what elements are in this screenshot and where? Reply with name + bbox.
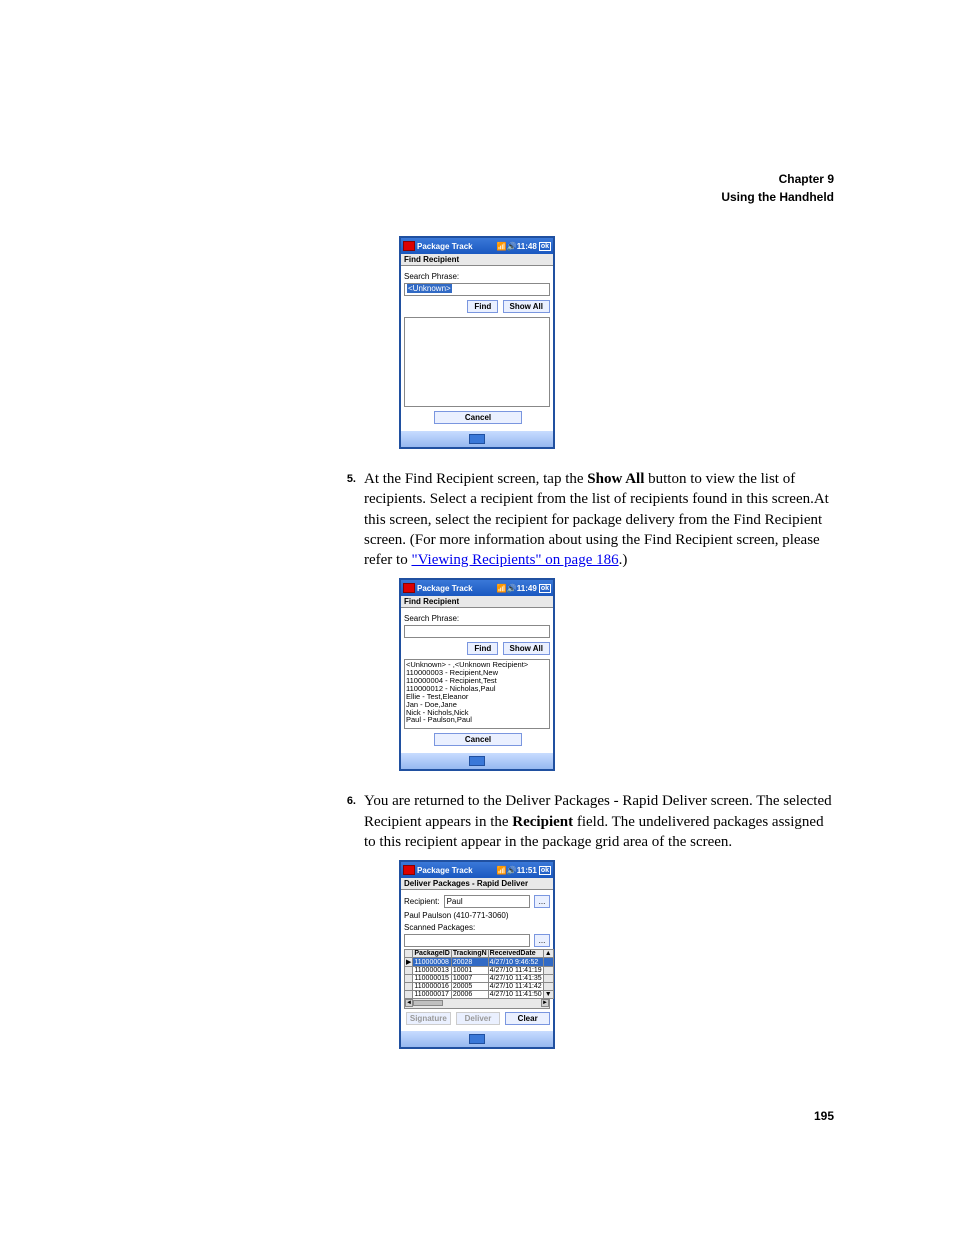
step-5: 5. At the Find Recipient screen, tap the… bbox=[340, 469, 834, 570]
scan-lookup-button[interactable]: ... bbox=[534, 934, 550, 947]
table-row[interactable]: 110000017200064/27/10 11:41:50▼ bbox=[405, 991, 554, 999]
search-input[interactable]: <Unknown> bbox=[404, 283, 550, 296]
scroll-left-icon[interactable]: ◄ bbox=[405, 999, 413, 1007]
titlebar: Package Track 📶 🔊 11:49 ok bbox=[401, 580, 553, 596]
search-input[interactable] bbox=[404, 625, 550, 638]
scroll-thumb[interactable] bbox=[413, 1000, 443, 1006]
results-list[interactable]: <Unknown> - ,<Unknown Recipient> 1100000… bbox=[404, 659, 550, 729]
scanned-packages-label: Scanned Packages: bbox=[404, 923, 550, 932]
show-all-button[interactable]: Show All bbox=[503, 642, 550, 655]
page-number: 195 bbox=[120, 1109, 834, 1123]
scroll-right-icon[interactable]: ► bbox=[541, 999, 549, 1007]
scan-input[interactable] bbox=[404, 934, 530, 947]
recipient-lookup-button[interactable]: ... bbox=[534, 895, 550, 908]
horizontal-scrollbar[interactable]: ◄ ► bbox=[404, 999, 550, 1009]
speaker-icon: 🔊 bbox=[507, 866, 517, 875]
clock-text: 11:48 bbox=[517, 242, 537, 251]
col-received[interactable]: ReceivedDate bbox=[488, 950, 543, 958]
sip-dock bbox=[401, 431, 553, 447]
ok-icon[interactable]: ok bbox=[539, 242, 551, 251]
screen-name: Find Recipient bbox=[401, 254, 553, 266]
clock-text: 11:49 bbox=[517, 584, 537, 593]
titlebar: Package Track 📶 🔊 11:48 ok bbox=[401, 238, 553, 254]
app-icon bbox=[403, 241, 415, 251]
keyboard-icon[interactable] bbox=[469, 756, 485, 766]
screen-name: Find Recipient bbox=[401, 596, 553, 608]
handheld-find-recipient-list: Package Track 📶 🔊 11:49 ok Find Recipien… bbox=[399, 578, 555, 771]
sip-dock bbox=[401, 1031, 553, 1047]
table-row[interactable]: ▶ 110000008200284/27/10 9:46:52 bbox=[405, 958, 554, 967]
deliver-button[interactable]: Deliver bbox=[456, 1012, 501, 1025]
app-icon bbox=[403, 583, 415, 593]
viewing-recipients-link[interactable]: "Viewing Recipients" on page 186 bbox=[411, 552, 618, 568]
keyboard-icon[interactable] bbox=[469, 1034, 485, 1044]
step-text: At the Find Recipient screen, tap the Sh… bbox=[364, 469, 834, 570]
step-number: 6. bbox=[340, 791, 364, 852]
keyboard-icon[interactable] bbox=[469, 434, 485, 444]
signal-icon: 📶 bbox=[497, 866, 507, 875]
chapter-label: Chapter 9 bbox=[120, 170, 834, 188]
col-tracking[interactable]: TrackingN bbox=[451, 950, 488, 958]
app-title: Package Track bbox=[417, 866, 497, 875]
speaker-icon: 🔊 bbox=[507, 242, 517, 251]
recipient-label: Recipient: bbox=[404, 897, 440, 906]
ok-icon[interactable]: ok bbox=[539, 584, 551, 593]
clock-text: 11:51 bbox=[517, 866, 537, 875]
signal-icon: 📶 bbox=[497, 242, 507, 251]
app-title: Package Track bbox=[417, 584, 497, 593]
table-row[interactable]: 110000013100014/27/10 11:41:19 bbox=[405, 967, 554, 975]
package-grid[interactable]: PackageID TrackingN ReceivedDate ▲ ▶ 110… bbox=[404, 949, 554, 999]
handheld-rapid-deliver: Package Track 📶 🔊 11:51 ok Deliver Packa… bbox=[399, 860, 555, 1049]
step-6: 6. You are returned to the Deliver Packa… bbox=[340, 791, 834, 852]
list-item[interactable]: Paul - Paulson,Paul bbox=[406, 716, 548, 724]
recipient-full: Paul Paulson (410-771-3060) bbox=[404, 911, 550, 920]
step-number: 5. bbox=[340, 469, 364, 570]
speaker-icon: 🔊 bbox=[507, 584, 517, 593]
find-button[interactable]: Find bbox=[467, 300, 498, 313]
app-title: Package Track bbox=[417, 242, 497, 251]
cancel-button[interactable]: Cancel bbox=[434, 411, 522, 424]
results-list bbox=[404, 317, 550, 407]
app-icon bbox=[403, 865, 415, 875]
ok-icon[interactable]: ok bbox=[539, 866, 551, 875]
titlebar: Package Track 📶 🔊 11:51 ok bbox=[401, 862, 553, 878]
find-button[interactable]: Find bbox=[467, 642, 498, 655]
screen-name: Deliver Packages - Rapid Deliver bbox=[401, 878, 553, 890]
page-header: Chapter 9 Using the Handheld bbox=[120, 170, 834, 206]
section-title: Using the Handheld bbox=[120, 188, 834, 206]
step-text: You are returned to the Deliver Packages… bbox=[364, 791, 834, 852]
search-phrase-label: Search Phrase: bbox=[404, 272, 550, 281]
cancel-button[interactable]: Cancel bbox=[434, 733, 522, 746]
col-packageid[interactable]: PackageID bbox=[413, 950, 451, 958]
table-row[interactable]: 110000015100074/27/10 11:41:35 bbox=[405, 975, 554, 983]
search-phrase-label: Search Phrase: bbox=[404, 614, 550, 623]
clear-button[interactable]: Clear bbox=[505, 1012, 550, 1025]
signal-icon: 📶 bbox=[497, 584, 507, 593]
table-row[interactable]: 110000016200054/27/10 11:41:42 bbox=[405, 983, 554, 991]
handheld-find-recipient-empty: Package Track 📶 🔊 11:48 ok Find Recipien… bbox=[399, 236, 555, 449]
show-all-button[interactable]: Show All bbox=[503, 300, 550, 313]
signature-button[interactable]: Signature bbox=[406, 1012, 451, 1025]
recipient-input[interactable] bbox=[444, 895, 530, 908]
sip-dock bbox=[401, 753, 553, 769]
